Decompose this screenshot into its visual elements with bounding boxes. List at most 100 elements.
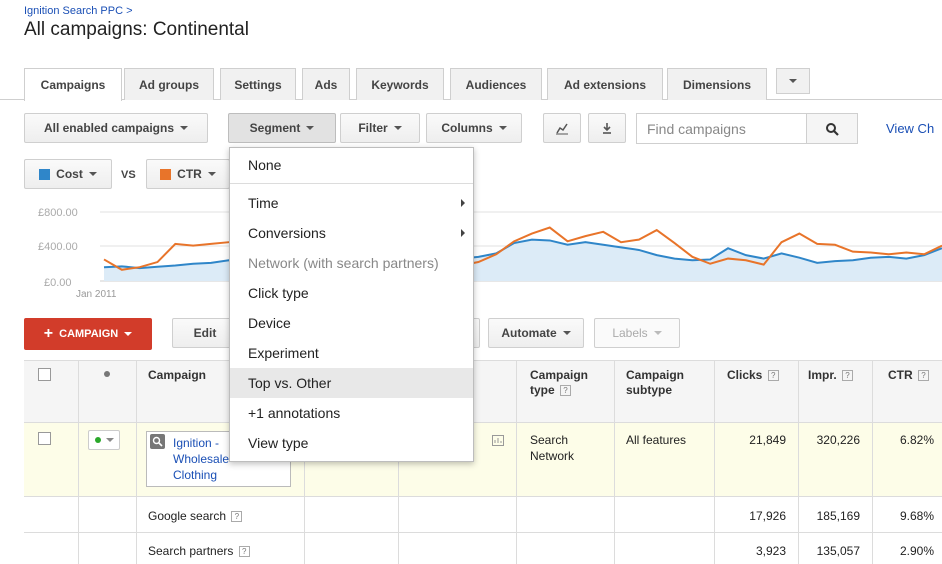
menu-item-conversions[interactable]: Conversions (230, 218, 473, 248)
status-header-icon (104, 371, 110, 377)
help-icon[interactable]: ? (560, 385, 572, 397)
menu-item-time[interactable]: Time (230, 188, 473, 218)
header-campaign-subtype[interactable]: Campaign subtype (626, 368, 706, 398)
status-dropdown[interactable] (88, 430, 120, 450)
columns-button[interactable]: Columns (426, 113, 522, 143)
help-icon[interactable]: ? (918, 370, 930, 382)
chart-toggle-button[interactable] (543, 113, 581, 143)
tab-campaigns[interactable]: Campaigns (24, 68, 122, 101)
header-ctr-label: CTR (888, 368, 913, 382)
menu-item-view-type[interactable]: View type (230, 428, 473, 458)
header-impr[interactable]: Impr. ? (808, 368, 854, 383)
tab-keywords[interactable]: Keywords (356, 68, 444, 100)
menu-item-label: Click type (248, 285, 309, 301)
row-checkbox[interactable] (38, 432, 51, 445)
download-icon (603, 123, 611, 134)
search-button[interactable] (806, 113, 858, 144)
chevron-down-icon (789, 79, 797, 83)
help-icon[interactable]: ? (767, 370, 779, 382)
x-tick-label: Jan 2011 (76, 289, 117, 300)
segment-menu: None Time Conversions Network (with sear… (229, 147, 474, 462)
menu-item-label: None (248, 157, 282, 173)
clicks-cell: 21,849 (749, 433, 786, 447)
header-campaign-type[interactable]: Campaign type ? (530, 368, 610, 398)
impr-cell: 185,169 (816, 509, 860, 523)
menu-item-plus1-annotations[interactable]: +1 annotations (230, 398, 473, 428)
breadcrumb[interactable]: Ignition Search PPC > (24, 5, 133, 17)
segment-label-text: Google search (148, 509, 227, 523)
impr-cell: 320,226 (816, 433, 860, 447)
segment-label: Segment (249, 121, 301, 135)
search-icon (826, 122, 839, 136)
segment-label-google-search: Google search ? (148, 508, 243, 524)
header-campaign-type-label: Campaign type (530, 368, 589, 397)
campaign-type-cell: Search Network (530, 433, 575, 463)
chevron-down-icon (88, 172, 97, 176)
help-icon[interactable]: ? (842, 370, 854, 382)
chevron-right-icon (461, 199, 465, 207)
menu-item-device[interactable]: Device (230, 308, 473, 338)
help-icon[interactable]: ? (231, 511, 243, 523)
metric1-dropdown[interactable]: Cost (24, 159, 112, 189)
select-all-checkbox[interactable] (38, 368, 51, 381)
tab-ads[interactable]: Ads (302, 68, 350, 100)
chevron-down-icon (105, 438, 114, 442)
plus-icon: + (43, 325, 54, 342)
tabs-more-button[interactable] (776, 68, 810, 94)
segment-label-text: Search partners (148, 544, 234, 558)
tab-ad-groups[interactable]: Ad groups (124, 68, 214, 100)
chevron-down-icon (393, 126, 402, 130)
labels-label: Labels (612, 326, 648, 340)
menu-divider (230, 183, 473, 184)
campaign-filter-dropdown[interactable]: All enabled campaigns (24, 113, 208, 143)
chevron-down-icon (498, 126, 507, 130)
segment-button[interactable]: Segment (228, 113, 336, 143)
menu-item-top-vs-other[interactable]: Top vs. Other (230, 368, 473, 398)
menu-item-label: Experiment (248, 345, 319, 361)
menu-item-experiment[interactable]: Experiment (230, 338, 473, 368)
menu-item-label: Conversions (248, 225, 326, 241)
new-campaign-label: CAMPAIGN (59, 328, 119, 340)
clicks-cell: 3,923 (755, 544, 786, 558)
header-clicks[interactable]: Clicks ? (727, 368, 779, 383)
y-tick-label: £0.00 (44, 277, 72, 289)
chevron-down-icon (207, 172, 216, 176)
help-icon[interactable]: ? (238, 546, 250, 558)
tab-ad-extensions[interactable]: Ad extensions (547, 68, 663, 100)
labels-button[interactable]: Labels (594, 318, 680, 348)
impr-cell: 135,057 (816, 544, 860, 558)
download-button[interactable] (588, 113, 626, 143)
menu-item-label: Time (248, 195, 279, 211)
header-campaign[interactable]: Campaign (148, 368, 206, 383)
search-input[interactable]: Find campaigns (636, 113, 806, 144)
ctr-cell: 9.68% (899, 509, 934, 523)
segment-label-search-partners: Search partners ? (148, 543, 250, 559)
metric2-dropdown[interactable]: CTR (146, 159, 230, 189)
automate-button[interactable]: Automate (488, 318, 584, 348)
new-campaign-button[interactable]: + CAMPAIGN (24, 318, 152, 350)
tab-audiences[interactable]: Audiences (450, 68, 542, 100)
clicks-cell: 17,926 (749, 509, 786, 523)
header-clicks-label: Clicks (727, 368, 763, 382)
metric2-swatch (160, 168, 172, 180)
segment-chart-icon[interactable] (492, 433, 504, 451)
automate-label: Automate (501, 326, 557, 340)
view-change-history-link[interactable]: View Ch (886, 121, 934, 136)
ctr-cell: 2.90% (899, 544, 934, 558)
menu-item-label: Top vs. Other (248, 375, 332, 391)
tab-dimensions[interactable]: Dimensions (667, 68, 767, 100)
header-ctr[interactable]: CTR ? (888, 368, 930, 383)
filter-button[interactable]: Filter (340, 113, 420, 143)
menu-item-network: Network (with search partners) (230, 248, 473, 278)
menu-item-none[interactable]: None (230, 150, 473, 180)
search-campaign-icon (150, 434, 165, 449)
metric1-swatch (39, 168, 51, 180)
menu-item-label: +1 annotations (248, 405, 341, 421)
vs-label: VS (121, 169, 136, 181)
metric2-label: CTR (177, 167, 202, 181)
campaign-filter-label: All enabled campaigns (43, 121, 175, 135)
chevron-down-icon (562, 331, 571, 335)
menu-item-label: Network (with search partners) (248, 255, 439, 271)
menu-item-click-type[interactable]: Click type (230, 278, 473, 308)
tab-settings[interactable]: Settings (220, 68, 296, 100)
